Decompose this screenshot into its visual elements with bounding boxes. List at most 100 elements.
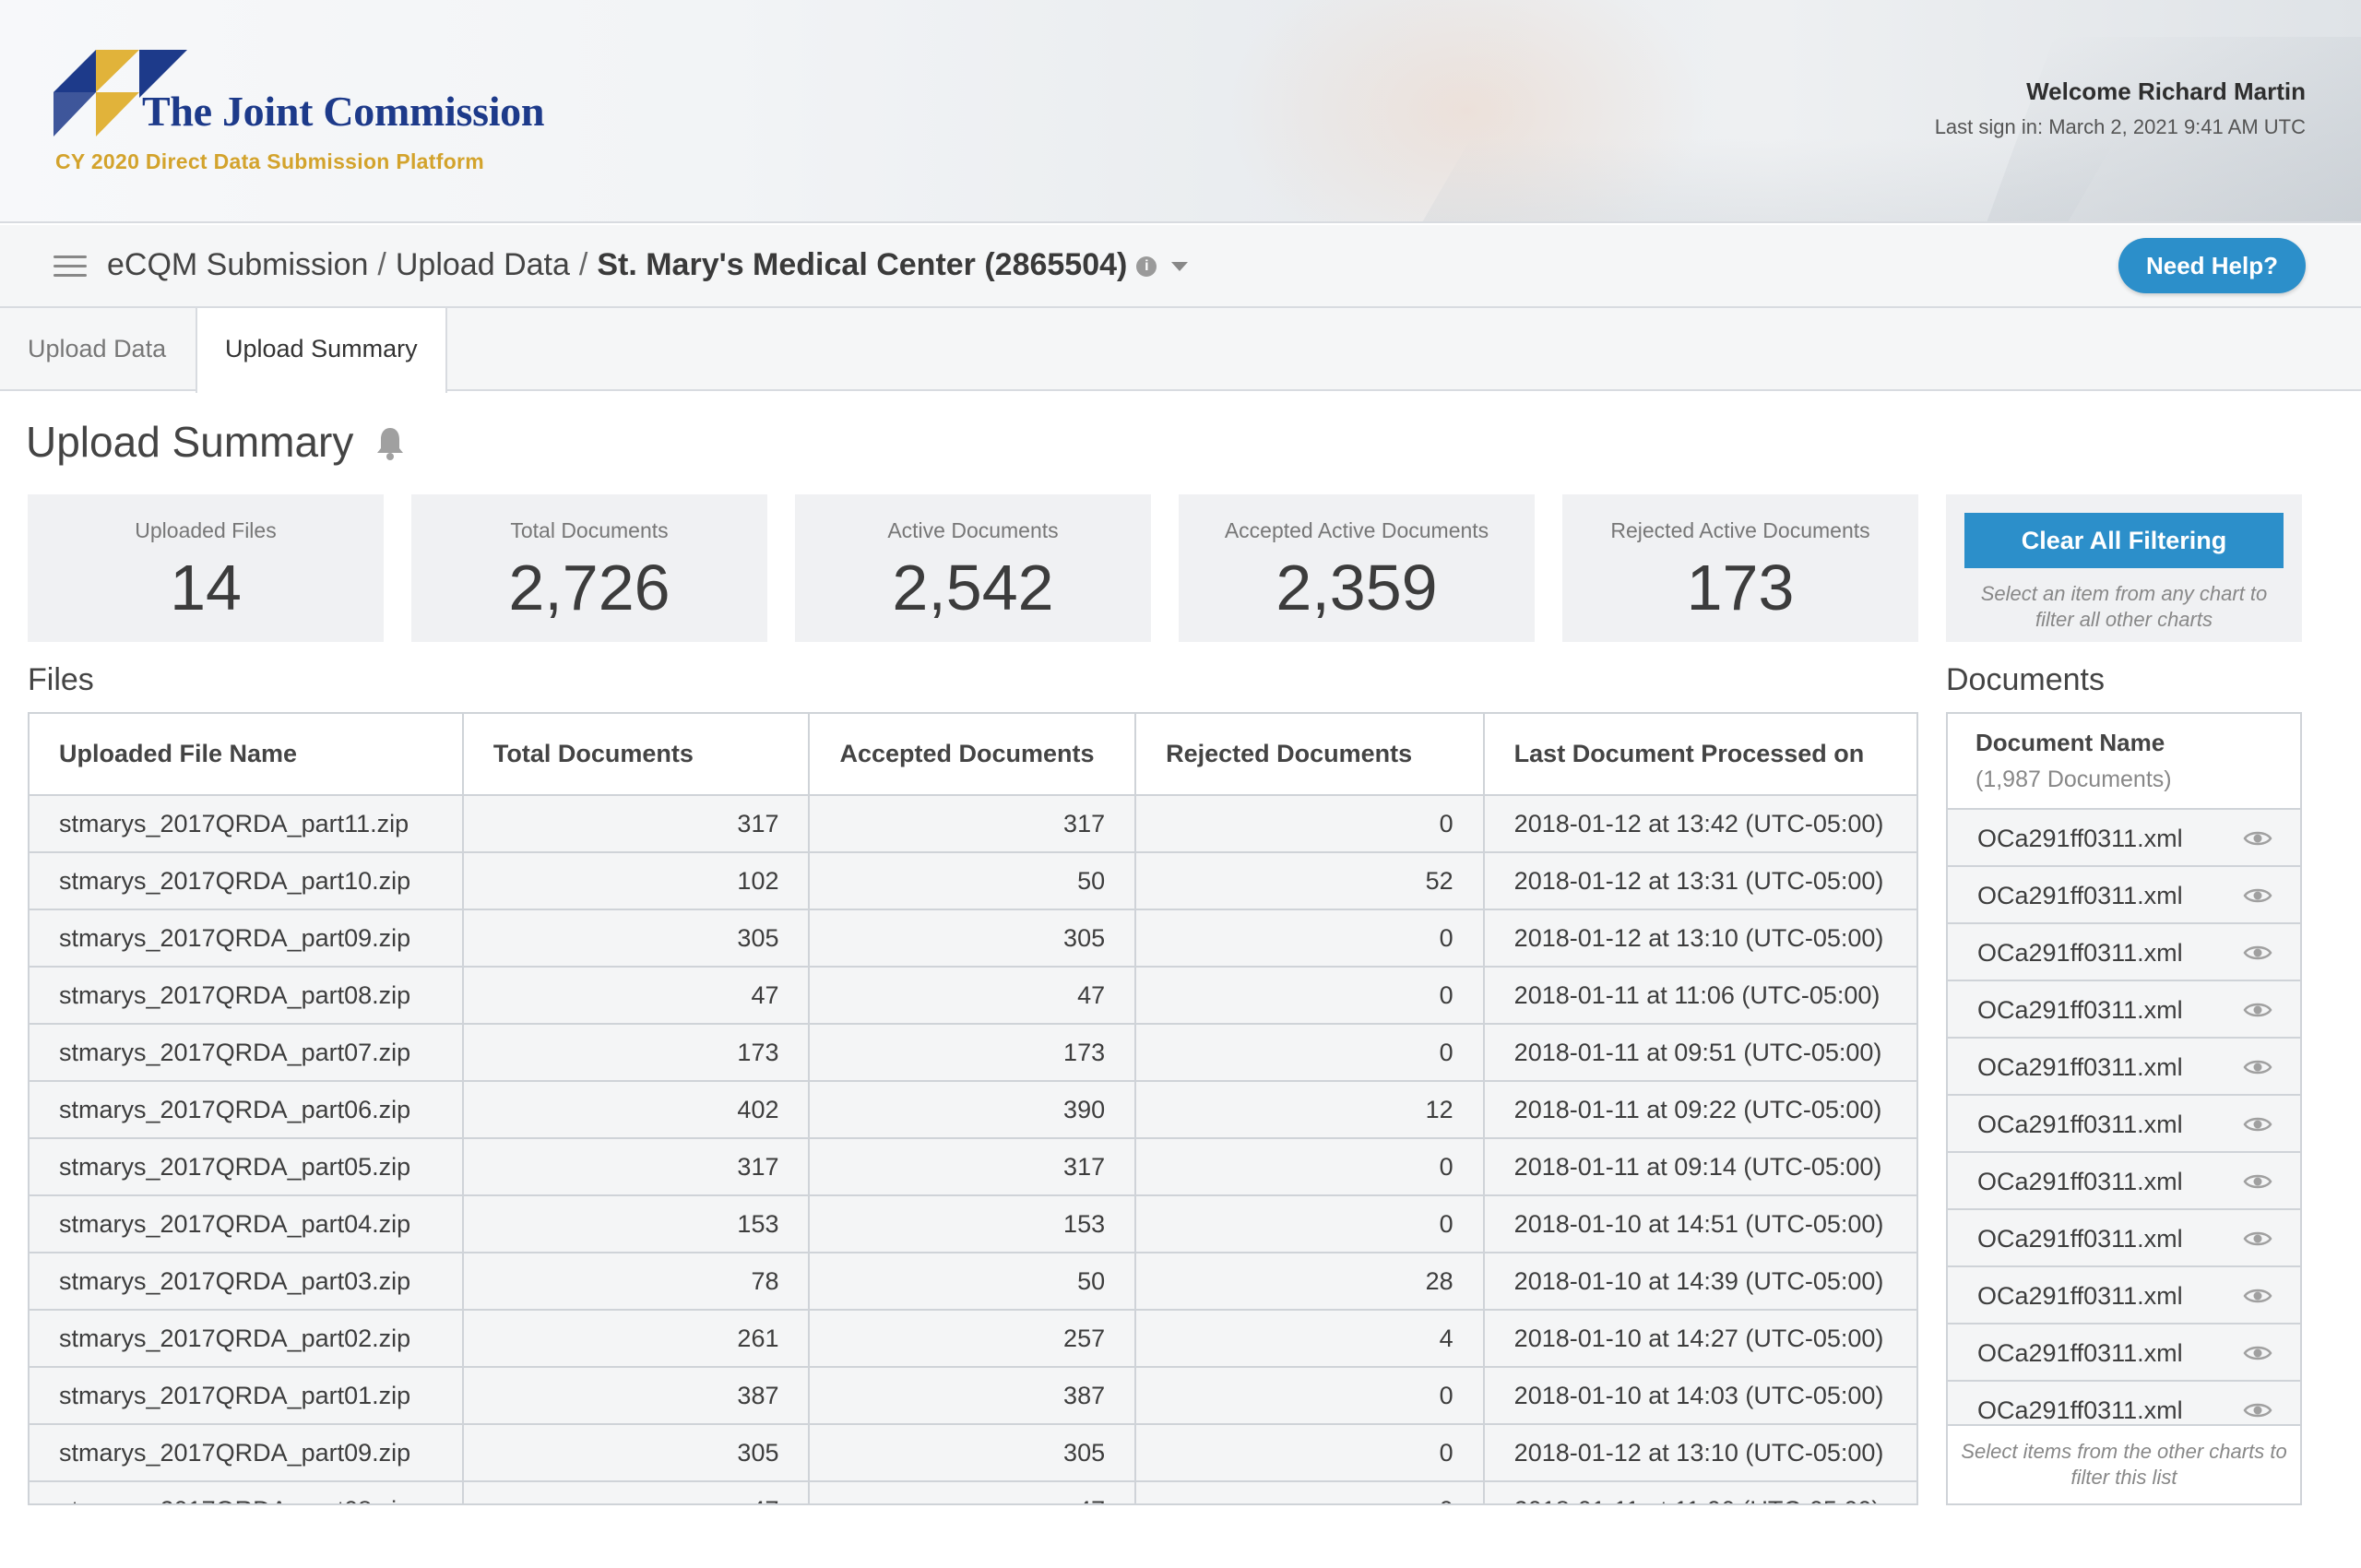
- cell-rejected-documents: 0: [1135, 1024, 1485, 1082]
- welcome-text: Welcome Richard Martin: [2026, 77, 2306, 105]
- column-header-last-processed[interactable]: Last Document Processed on: [1483, 714, 1916, 796]
- need-help-button[interactable]: Need Help?: [2118, 238, 2306, 293]
- stat-value: 173: [1686, 552, 1795, 624]
- eye-icon[interactable]: [2243, 1057, 2272, 1077]
- stat-value: 2,359: [1275, 552, 1438, 624]
- page-header: The Joint Commission CY 2020 Direct Data…: [0, 0, 2361, 223]
- eye-icon[interactable]: [2243, 1114, 2272, 1134]
- document-name: OCa291ff0311.xml: [1977, 1339, 2183, 1367]
- tab-upload-data[interactable]: Upload Data: [0, 308, 194, 391]
- cell-accepted-documents: 50: [809, 852, 1137, 910]
- table-row[interactable]: stmarys_2017QRDA_part03.zip 78 50 28 2018-01…: [30, 1253, 1916, 1311]
- cell-last-processed: 2018-01-12 at 13:10 (UTC-05:00): [1483, 909, 1916, 968]
- cell-file-name: stmarys_2017QRDA_part08.zip: [30, 1481, 464, 1503]
- cell-file-name: stmarys_2017QRDA_part04.zip: [30, 1195, 464, 1253]
- column-header-accepted-documents[interactable]: Accepted Documents: [809, 714, 1137, 796]
- document-list-item[interactable]: OCa291ff0311.xml: [1948, 981, 2300, 1039]
- breadcrumb-upload-data[interactable]: Upload Data: [396, 247, 570, 282]
- documents-list: OCa291ff0311.xml OCa291ff0311.xml OCa291ff…: [1948, 810, 2300, 1439]
- eye-icon[interactable]: [2243, 885, 2272, 906]
- eye-icon[interactable]: [2243, 828, 2272, 849]
- table-row[interactable]: stmarys_2017QRDA_part06.zip 402 390 12 2018-…: [30, 1081, 1916, 1139]
- table-row[interactable]: stmarys_2017QRDA_part01.zip 387 387 0 2018-0…: [30, 1367, 1916, 1425]
- cell-total-documents: 317: [462, 1138, 811, 1196]
- breadcrumb-separator: /: [377, 247, 386, 282]
- document-list-item[interactable]: OCa291ff0311.xml: [1948, 867, 2300, 924]
- cell-file-name: stmarys_2017QRDA_part01.zip: [30, 1367, 464, 1425]
- cell-file-name: stmarys_2017QRDA_part10.zip: [30, 852, 464, 910]
- cell-total-documents: 402: [462, 1081, 811, 1139]
- eye-icon[interactable]: [2243, 1343, 2272, 1363]
- cell-total-documents: 102: [462, 852, 811, 910]
- stat-value: 2,726: [508, 552, 670, 624]
- tab-upload-summary[interactable]: Upload Summary: [196, 308, 447, 393]
- document-list-item[interactable]: OCa291ff0311.xml: [1948, 1153, 2300, 1210]
- bell-icon[interactable]: [374, 426, 406, 461]
- page-title: Upload Summary: [26, 418, 354, 466]
- filter-hint: Select an item from any chart to filter …: [1980, 582, 2268, 631]
- column-header-document-name[interactable]: Document Name: [1975, 729, 2272, 757]
- files-table-container[interactable]: Uploaded File Name Total Documents Accep…: [28, 712, 1918, 1505]
- cell-file-name: stmarys_2017QRDA_part03.zip: [30, 1253, 464, 1311]
- document-list-item[interactable]: OCa291ff0311.xml: [1948, 1267, 2300, 1324]
- table-row[interactable]: stmarys_2017QRDA_part05.zip 317 317 0 2018-0…: [30, 1138, 1916, 1196]
- table-row[interactable]: stmarys_2017QRDA_part07.zip 173 173 0 2018-0…: [30, 1024, 1916, 1082]
- document-list-item[interactable]: OCa291ff0311.xml: [1948, 924, 2300, 981]
- document-list-item[interactable]: OCa291ff0311.xml: [1948, 1210, 2300, 1267]
- document-list-item[interactable]: OCa291ff0311.xml: [1948, 1096, 2300, 1153]
- table-row[interactable]: stmarys_2017QRDA_part08.zip474702018-01-…: [30, 1481, 1916, 1503]
- menu-icon[interactable]: [53, 255, 87, 278]
- cell-rejected-documents: 4: [1135, 1310, 1485, 1368]
- table-row[interactable]: stmarys_2017QRDA_part10.zip 102 50 52 2018-0…: [30, 852, 1916, 910]
- cell-file-name: stmarys_2017QRDA_part07.zip: [30, 1024, 464, 1082]
- document-list-item[interactable]: OCa291ff0311.xml: [1948, 810, 2300, 867]
- column-header-rejected-documents[interactable]: Rejected Documents: [1135, 714, 1485, 796]
- table-row[interactable]: stmarys_2017QRDA_part11.zip 317 317 0 2018-0…: [30, 795, 1916, 853]
- chevron-down-icon[interactable]: [1171, 262, 1189, 272]
- breadcrumb: eCQM Submission / Upload Data / St. Mary's M…: [107, 247, 1189, 283]
- info-icon[interactable]: i: [1136, 256, 1157, 278]
- document-name: OCa291ff0311.xml: [1977, 825, 2183, 852]
- eye-icon[interactable]: [2243, 943, 2272, 963]
- eye-icon[interactable]: [2243, 1171, 2272, 1192]
- stat-value: 14: [170, 552, 242, 624]
- cell-accepted-documents: 387: [809, 1367, 1137, 1425]
- stat-value: 2,542: [892, 552, 1054, 624]
- document-name: OCa291ff0311.xml: [1977, 1168, 2183, 1195]
- cell-accepted-documents: 257: [809, 1310, 1137, 1368]
- breadcrumb-ecqm-submission[interactable]: eCQM Submission: [107, 247, 368, 282]
- document-list-item[interactable]: OCa291ff0311.xml: [1948, 1039, 2300, 1096]
- documents-count: (1,987 Documents): [1975, 766, 2172, 792]
- cell-file-name: stmarys_2017QRDA_part11.zip: [30, 795, 464, 853]
- stat-total-documents: Total Documents 2,726: [411, 494, 767, 642]
- document-name: OCa291ff0311.xml: [1977, 939, 2183, 967]
- clear-all-filtering-button[interactable]: Clear All Filtering: [1964, 513, 2284, 568]
- cell-last-processed: 2018-01-10 at 14:03 (UTC-05:00): [1483, 1367, 1916, 1425]
- document-list-item[interactable]: OCa291ff0311.xml: [1948, 1324, 2300, 1382]
- eye-icon[interactable]: [2243, 1000, 2272, 1020]
- cell-accepted-documents: 305: [809, 909, 1137, 968]
- eye-icon[interactable]: [2243, 1229, 2272, 1249]
- cell-accepted-documents: 305: [809, 1424, 1137, 1482]
- table-row[interactable]: stmarys_2017QRDA_part08.zip474702018-01-…: [30, 967, 1916, 1025]
- stat-active-documents: Active Documents 2,542: [795, 494, 1151, 642]
- table-row[interactable]: stmarys_2017QRDA_part02.zip 261 257 4 2018-0…: [30, 1310, 1916, 1368]
- cell-last-processed: 2018-01-11 at 09:51 (UTC-05:00): [1483, 1024, 1916, 1082]
- eye-icon[interactable]: [2243, 1400, 2272, 1420]
- cell-last-processed: 2018-01-10 at 14:27 (UTC-05:00): [1483, 1310, 1916, 1368]
- column-header-file-name[interactable]: Uploaded File Name: [30, 714, 464, 796]
- documents-list-container[interactable]: Document Name (1,987 Documents) OCa291ff…: [1946, 712, 2302, 1505]
- table-row[interactable]: stmarys_2017QRDA_part04.zip 153 153 0 2018-0…: [30, 1195, 1916, 1253]
- cell-rejected-documents: 0: [1135, 1195, 1485, 1253]
- user-welcome: Welcome Richard Martin Last sign in: Mar…: [1935, 77, 2306, 139]
- eye-icon[interactable]: [2243, 1286, 2272, 1306]
- stat-rejected-active-documents: Rejected Active Documents 173: [1562, 494, 1918, 642]
- cell-file-name: stmarys_2017QRDA_part06.zip: [30, 1081, 464, 1139]
- table-row[interactable]: stmarys_2017QRDA_part09.zip 305 305 0 2018-0…: [30, 1424, 1916, 1482]
- column-header-total-documents[interactable]: Total Documents: [462, 714, 811, 796]
- breadcrumb-separator: /: [578, 247, 588, 282]
- table-row[interactable]: stmarys_2017QRDA_part09.zip 305 305 0 2018-0…: [30, 909, 1916, 968]
- cell-total-documents: 261: [462, 1310, 811, 1368]
- cell-rejected-documents: 0: [1135, 909, 1485, 968]
- cell-total-documents: 305: [462, 909, 811, 968]
